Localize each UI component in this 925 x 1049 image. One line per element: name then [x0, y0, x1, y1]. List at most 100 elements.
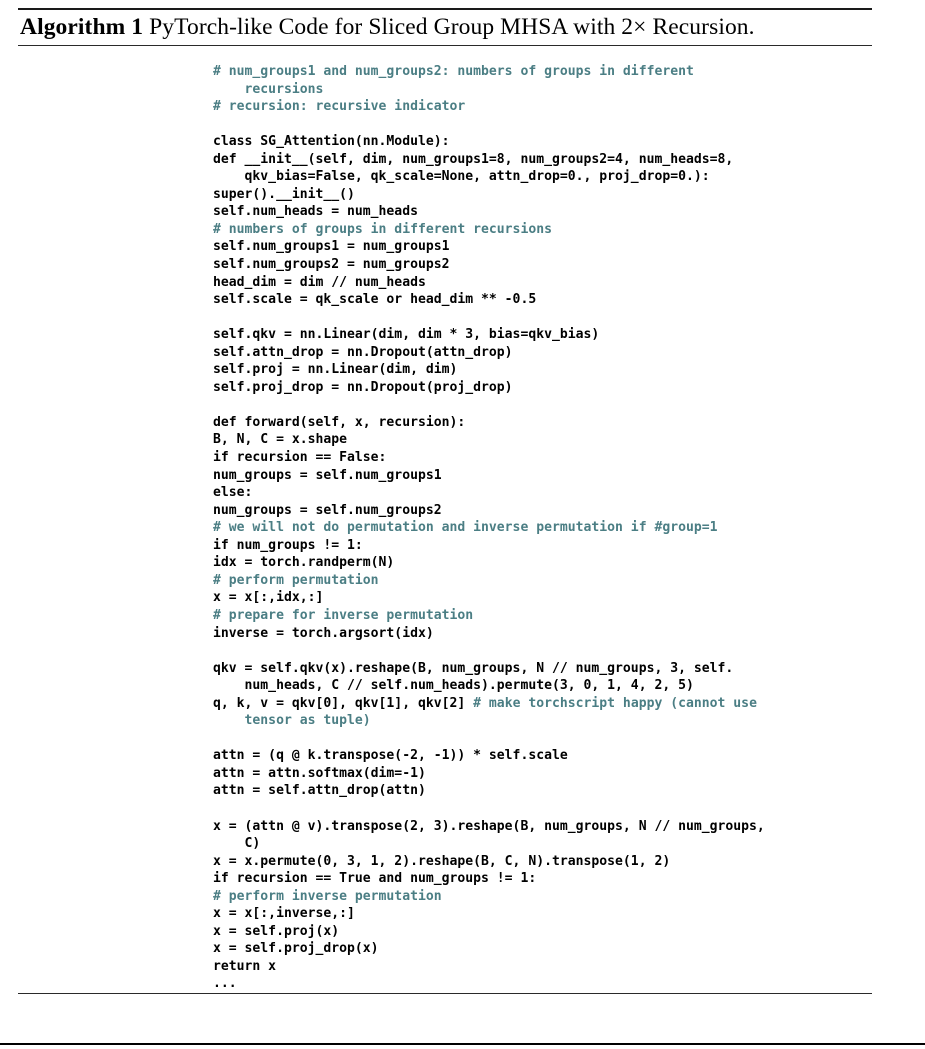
code-comment-span: # we will not do permutation and inverse…	[213, 520, 718, 536]
code-line: attn = self.attn_drop(attn)	[213, 782, 872, 800]
code-token-span: x = self.proj_drop(x)	[213, 941, 379, 957]
code-token-span: self.num_heads = num_heads	[213, 204, 418, 220]
code-comment-span: # make torchscript happy (cannot use	[473, 695, 757, 711]
code-line: # num_groups1 and num_groups2: numbers o…	[213, 63, 872, 81]
code-token-span: inverse = torch.argsort(idx)	[213, 625, 434, 641]
code-line: head_dim = dim // num_heads	[213, 274, 872, 292]
code-token-span: ...	[213, 976, 237, 992]
code-token-span: q, k, v = qkv[0], qkv[1], qkv[2]	[213, 695, 474, 711]
algorithm-bottom-rule	[18, 992, 872, 994]
code-line: self.proj = nn.Linear(dim, dim)	[213, 361, 872, 379]
code-token-span: x = (attn @ v).transpose(2, 3).reshape(B…	[213, 818, 765, 834]
code-token-span: self.proj_drop = nn.Dropout(proj_drop)	[213, 379, 513, 395]
code-line: # recursion: recursive indicator	[213, 98, 872, 116]
algorithm-title: PyTorch-like Code for Sliced Group MHSA …	[143, 14, 755, 40]
code-comment-span: recursions	[213, 81, 324, 97]
code-line-blank: ​	[213, 396, 872, 414]
code-token-span: if recursion == False:	[213, 450, 387, 466]
code-comment-span: # recursion: recursive indicator	[213, 99, 466, 115]
code-line: # perform permutation	[213, 572, 872, 590]
code-line: num_groups = self.num_groups2	[213, 502, 872, 520]
code-line: # perform inverse permutation	[213, 888, 872, 906]
code-token-span: x = x[:,inverse,:]	[213, 906, 355, 922]
code-token-span: x = self.proj(x)	[213, 923, 340, 939]
code-line: num_heads, C // self.num_heads).permute(…	[213, 677, 872, 695]
code-line: self.attn_drop = nn.Dropout(attn_drop)	[213, 344, 872, 362]
code-token-span: else:	[213, 485, 253, 501]
code-token-span: def forward(self, x, recursion):	[213, 414, 466, 430]
code-token-span: num_groups = self.num_groups1	[213, 467, 442, 483]
code-line: x = x[:,idx,:]	[213, 589, 872, 607]
code-line: self.num_groups2 = num_groups2	[213, 256, 872, 274]
code-line: x = x.permute(0, 3, 1, 2).reshape(B, C, …	[213, 853, 872, 871]
code-line: x = (attn @ v).transpose(2, 3).reshape(B…	[213, 818, 872, 836]
code-comment-span: tensor as tuple)	[213, 713, 371, 729]
algorithm-float: Algorithm 1 PyTorch-like Code for Sliced…	[18, 8, 872, 994]
code-line: B, N, C = x.shape	[213, 431, 872, 449]
code-comment-span: # perform inverse permutation	[213, 888, 442, 904]
code-token-span: attn = self.attn_drop(attn)	[213, 783, 426, 799]
code-listing: # num_groups1 and num_groups2: numbers o…	[18, 46, 872, 993]
code-line: return x	[213, 958, 872, 976]
code-token-span: class SG_Attention(nn.Module):	[213, 134, 450, 150]
code-line-blank: ​	[213, 730, 872, 748]
code-line: q, k, v = qkv[0], qkv[1], qkv[2] # make …	[213, 695, 872, 713]
code-line: # numbers of groups in different recursi…	[213, 221, 872, 239]
code-comment-span: # prepare for inverse permutation	[213, 607, 474, 623]
code-token-span: self.proj = nn.Linear(dim, dim)	[213, 362, 458, 378]
algorithm-label: Algorithm 1	[20, 14, 144, 40]
code-line-blank: ​	[213, 642, 872, 660]
code-line-blank: ​	[213, 800, 872, 818]
code-token-span: attn = attn.softmax(dim=-1)	[213, 765, 426, 781]
code-line-blank: ​	[213, 309, 872, 327]
page-bottom-rule	[0, 1043, 925, 1045]
code-line: # prepare for inverse permutation	[213, 607, 872, 625]
code-line: ...	[213, 975, 872, 993]
code-line: else:	[213, 484, 872, 502]
code-line: attn = attn.softmax(dim=-1)	[213, 765, 872, 783]
code-token-span: qkv_bias=False, qk_scale=None, attn_drop…	[213, 169, 710, 185]
code-line: self.proj_drop = nn.Dropout(proj_drop)	[213, 379, 872, 397]
code-line: x = x[:,inverse,:]	[213, 905, 872, 923]
code-token-span: idx = torch.randperm(N)	[213, 555, 395, 571]
code-token-span: C)	[213, 836, 261, 852]
code-line: if recursion == False:	[213, 449, 872, 467]
code-token-span: self.qkv = nn.Linear(dim, dim * 3, bias=…	[213, 327, 600, 343]
code-line: self.qkv = nn.Linear(dim, dim * 3, bias=…	[213, 326, 872, 344]
code-token-span: self.num_groups2 = num_groups2	[213, 257, 450, 273]
code-comment-span: # perform permutation	[213, 572, 379, 588]
code-line: attn = (q @ k.transpose(-2, -1)) * self.…	[213, 747, 872, 765]
code-comment-span: # num_groups1 and num_groups2: numbers o…	[213, 64, 694, 79]
code-line: inverse = torch.argsort(idx)	[213, 625, 872, 643]
code-token-span: if recursion == True and num_groups != 1…	[213, 871, 537, 887]
code-token-span: num_heads, C // self.num_heads).permute(…	[213, 678, 694, 694]
code-line: if num_groups != 1:	[213, 537, 872, 555]
code-token-span: x = x.permute(0, 3, 1, 2).reshape(B, C, …	[213, 853, 671, 869]
algorithm-caption: Algorithm 1 PyTorch-like Code for Sliced…	[18, 10, 872, 45]
code-token-span: x = x[:,idx,:]	[213, 590, 324, 606]
code-token-span: super().__init__()	[213, 186, 355, 202]
code-token-span: head_dim = dim // num_heads	[213, 274, 426, 290]
code-line: # we will not do permutation and inverse…	[213, 519, 872, 537]
code-line: qkv_bias=False, qk_scale=None, attn_drop…	[213, 168, 872, 186]
code-line: def __init__(self, dim, num_groups1=8, n…	[213, 151, 872, 169]
code-line: super().__init__()	[213, 186, 872, 204]
code-token-span: B, N, C = x.shape	[213, 432, 348, 448]
code-line: def forward(self, x, recursion):	[213, 414, 872, 432]
code-line-blank: ​	[213, 116, 872, 134]
code-line: class SG_Attention(nn.Module):	[213, 133, 872, 151]
code-token-span: self.attn_drop = nn.Dropout(attn_drop)	[213, 344, 513, 360]
code-token-span: self.scale = qk_scale or head_dim ** -0.…	[213, 292, 537, 308]
code-comment-span: # numbers of groups in different recursi…	[213, 221, 552, 237]
code-token-span: def __init__(self, dim, num_groups1=8, n…	[213, 151, 734, 167]
code-line: recursions	[213, 81, 872, 99]
code-token-span: if num_groups != 1:	[213, 537, 363, 553]
code-line: C)	[213, 835, 872, 853]
code-line: x = self.proj_drop(x)	[213, 940, 872, 958]
code-token-span: attn = (q @ k.transpose(-2, -1)) * self.…	[213, 748, 568, 764]
code-line: self.scale = qk_scale or head_dim ** -0.…	[213, 291, 872, 309]
code-line: if recursion == True and num_groups != 1…	[213, 870, 872, 888]
code-line: num_groups = self.num_groups1	[213, 467, 872, 485]
code-line: x = self.proj(x)	[213, 923, 872, 941]
code-token-span: qkv = self.qkv(x).reshape(B, num_groups,…	[213, 660, 734, 676]
